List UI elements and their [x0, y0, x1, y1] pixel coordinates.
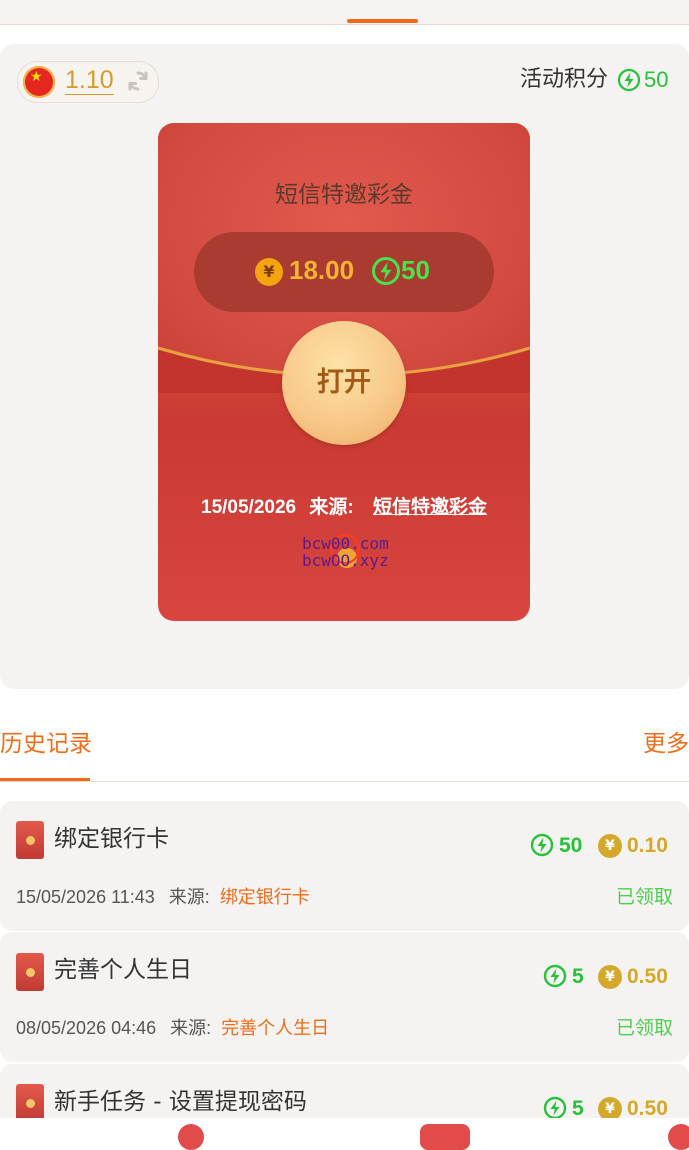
activity-points-value: 50: [644, 67, 669, 92]
watermark-line-2: bcwOO.xyz: [302, 551, 389, 570]
envelope-title: 短信特邀彩金: [275, 182, 413, 208]
lightning-icon: [543, 1096, 567, 1120]
tab-divider: [0, 781, 689, 782]
open-envelope-button[interactable]: 打开: [282, 321, 406, 445]
red-envelope-icon: [16, 821, 44, 859]
envelope-points: 50: [401, 255, 430, 285]
record-datetime: 15/05/2026 11:43: [16, 887, 155, 907]
bottom-nav-badge[interactable]: [668, 1124, 689, 1150]
bottom-nav-center-button[interactable]: [420, 1124, 470, 1150]
record-meta: 15/05/2026 11:43 来源: 绑定银行卡: [16, 884, 310, 910]
record-source-label: 来源:: [170, 1018, 212, 1038]
lightning-icon: [530, 833, 554, 857]
red-envelope-icon: [16, 1084, 44, 1122]
record-meta: 08/05/2026 04:46 来源: 完善个人生日: [16, 1015, 329, 1041]
yuan-coin-icon: ¥: [598, 965, 622, 989]
yuan-coin-icon: ¥: [255, 258, 283, 286]
record-source: 绑定银行卡: [219, 887, 310, 907]
yuan-coin-icon: ¥: [598, 834, 622, 858]
lightning-icon: [617, 68, 641, 92]
red-envelope[interactable]: 短信特邀彩金 ¥ 18.00 50 打开 15/05/2026 来源: 短信特邀…: [158, 123, 530, 621]
red-envelope-icon: [16, 953, 44, 991]
envelope-source-link[interactable]: 短信特邀彩金: [373, 497, 487, 518]
record-points: 50: [559, 834, 583, 857]
activity-points-label: 活动积分: [519, 67, 608, 92]
watermark-text: bcw00.com bcwOO.xyz: [302, 535, 389, 569]
envelope-meta: 15/05/2026 来源: 短信特邀彩金: [158, 492, 530, 519]
refresh-icon[interactable]: [126, 69, 150, 93]
record-source-label: 来源:: [168, 887, 210, 907]
list-item[interactable]: 绑定银行卡 50 ¥ 0.10 15/05/2026 11:43 来源: 绑定银行卡…: [0, 801, 689, 931]
record-title: 完善个人生日: [54, 957, 192, 983]
record-amount: 0.10: [627, 834, 668, 857]
record-status: 已领取: [615, 886, 673, 908]
china-flag-icon: ★: [23, 66, 55, 98]
record-status: 已领取: [615, 1017, 673, 1039]
envelope-date: 15/05/2026: [201, 497, 297, 518]
balance-value: 1.10: [65, 66, 114, 95]
record-source: 完善个人生日: [221, 1018, 330, 1038]
record-title: 新手任务 - 设置提现密码: [54, 1089, 307, 1115]
top-tab-strip: [0, 0, 689, 25]
lightning-icon: [372, 257, 400, 285]
tab-history[interactable]: 历史记录: [0, 728, 92, 760]
record-points: 5: [572, 965, 584, 988]
bottom-nav-badge[interactable]: [178, 1124, 204, 1150]
record-amount: 0.50: [627, 965, 668, 988]
bottom-nav-bar: [0, 1118, 689, 1130]
list-item[interactable]: 完善个人生日 5 ¥ 0.50 08/05/2026 04:46 来源: 完善个人生…: [0, 932, 689, 1062]
record-title: 绑定银行卡: [54, 826, 169, 852]
more-link[interactable]: 更多: [643, 728, 689, 760]
watermark-line-1: bcw00.com: [302, 534, 389, 553]
active-tab-indicator: [347, 19, 418, 23]
record-datetime: 08/05/2026 04:46: [16, 1018, 157, 1038]
balance-pill[interactable]: ★ 1.10: [17, 61, 159, 103]
envelope-source-label: 来源:: [309, 497, 354, 518]
envelope-amount: 18.00: [289, 255, 355, 285]
lightning-icon: [543, 964, 567, 988]
